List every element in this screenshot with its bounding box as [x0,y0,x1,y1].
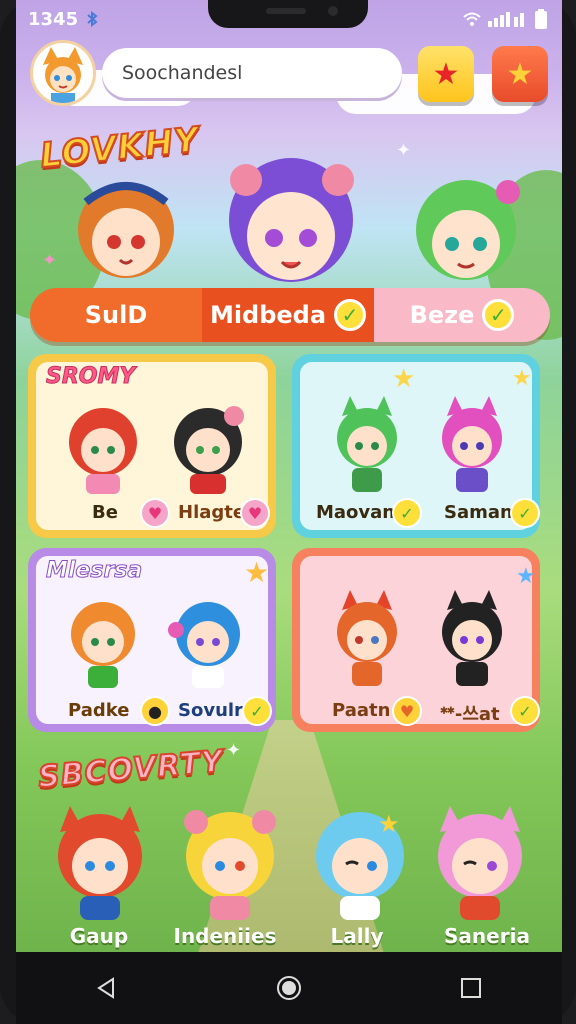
check-icon[interactable]: ✓ [392,498,422,528]
featured-characters [78,158,520,282]
character-name: Be [92,502,118,523]
check-icon[interactable]: ✓ [242,696,272,726]
character-indeniies[interactable] [184,810,276,920]
search-input-value: Soochandesl [122,62,243,84]
fox-avatar-icon [43,47,83,103]
star-icon: ★ [516,564,536,589]
character-name: Saman [444,502,513,523]
tab-beze[interactable]: Beze ✓ [374,288,550,342]
character-name: Maovan [316,502,396,523]
category-tabs: SulD Midbeda ✓ Beze ✓ [30,288,550,342]
paw-icon[interactable]: ● [140,696,170,726]
check-icon: ✓ [482,299,515,331]
character-card[interactable]: Mlesrsa ★ Padke ● Sovulr ✓ [28,548,276,732]
character-saneria[interactable] [438,806,522,920]
tab-label: Midbeda [209,301,327,329]
tab-label: Beze [409,301,475,329]
bottom-characters: ★ [58,806,522,920]
recents-button[interactable] [451,968,491,1008]
heart-icon[interactable]: ♥ [392,696,422,726]
character-green-hair[interactable] [416,180,520,280]
character-name: Sovulr [178,700,243,721]
wifi-icon [463,12,481,26]
card-characters [71,602,240,688]
character-name: Padke [68,700,130,721]
character-name: Paatn [332,700,391,721]
character-orange-hair[interactable] [78,182,174,278]
tab-midbeda[interactable]: Midbeda ✓ [202,288,374,342]
back-button[interactable] [87,968,127,1008]
back-triangle-icon [97,977,114,999]
character-card[interactable]: ★ ★ Maovan ✓ Saman ✓ [292,354,540,538]
tab-suld[interactable]: SulD [30,288,202,342]
search-input[interactable]: Soochandesl [102,48,402,98]
rating-star-button[interactable]: ★ [492,46,548,102]
status-time: 1345 [28,8,79,30]
star-icon: ★ [512,366,532,391]
home-button[interactable] [269,968,309,1008]
svg-text:★: ★ [378,810,400,838]
card-characters [69,406,244,494]
card-characters [337,590,502,686]
favorite-star-button[interactable]: ★ [418,46,474,102]
bottom-section-title: SBCOVRTY [36,743,226,796]
character-name: ᕯ-쓰at [440,704,500,725]
card-characters [337,396,502,492]
card-title: SROMY [45,364,136,390]
check-icon: ✓ [334,299,367,331]
star-icon: ★ [506,56,534,92]
heart-icon[interactable]: ♥ [140,498,170,528]
character-name: Indeniies [173,924,277,948]
status-bar: 1345 [28,8,548,30]
character-name: Saneria [444,924,530,948]
character-card[interactable]: ★ Paatn ♥ ᕯ-쓰at ✓ [292,548,540,732]
character-purple-hair[interactable] [229,158,354,282]
check-icon[interactable]: ✓ [510,696,540,726]
app-screen: ✦ ✦ ✦ ✦ Soochandesl ★ ★ LOVKHY [16,0,562,952]
recents-square-icon [461,978,481,998]
character-lally[interactable]: ★ [316,810,404,920]
check-icon[interactable]: ✓ [510,498,540,528]
sparkle-icon: ✦ [226,740,242,761]
phone-frame: ✦ ✦ ✦ ✦ Soochandesl ★ ★ LOVKHY [0,0,576,1024]
character-name: Lally [330,924,384,948]
bluetooth-icon [87,11,98,27]
battery-icon [535,9,547,29]
character-card[interactable]: SROMY Be ♥ Hlagte ♥ [28,354,276,538]
character-name: Hlagte [178,502,246,523]
card-title: Mlesrsa [45,558,143,584]
signal-icon [488,12,524,27]
star-icon: ★ [244,556,270,589]
tab-label: SulD [84,301,148,329]
system-nav-bar [16,952,562,1024]
character-name: Gaup [69,924,129,948]
character-gaup[interactable] [58,806,142,920]
top-bar: Soochandesl ★ ★ [30,40,550,106]
home-circle-icon [277,976,301,1000]
heart-icon[interactable]: ♥ [240,498,270,528]
star-icon: ★ [392,364,416,394]
avatar[interactable] [30,40,96,106]
star-icon: ★ [432,56,460,92]
